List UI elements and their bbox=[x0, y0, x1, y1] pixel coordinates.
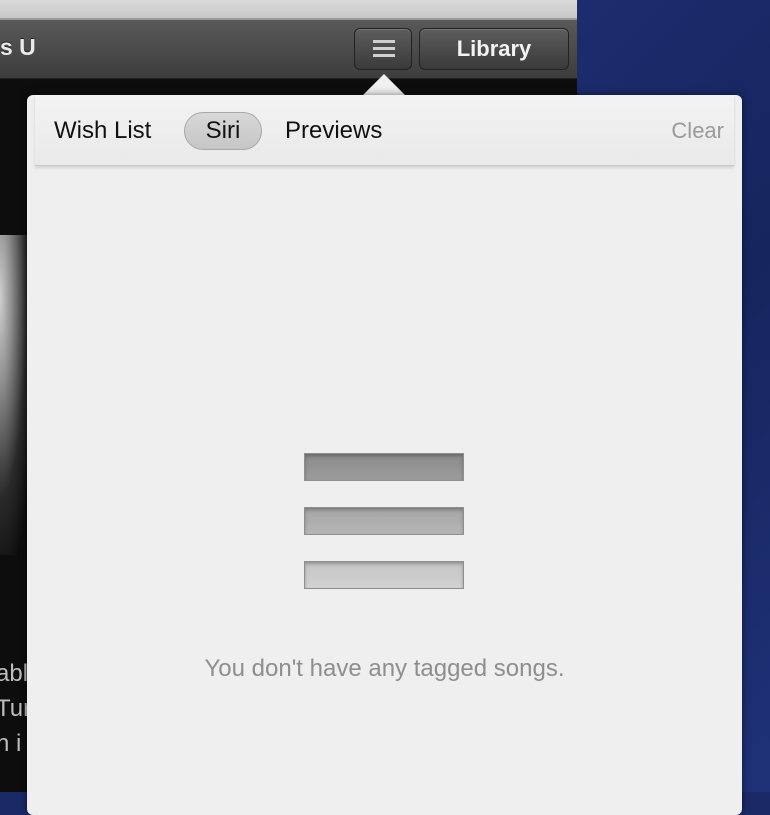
clear-button[interactable]: Clear bbox=[671, 112, 724, 150]
list-menu-button[interactable] bbox=[354, 28, 412, 70]
toolbar-title: s U bbox=[0, 34, 36, 60]
partial-text-line: n i bbox=[0, 730, 22, 757]
empty-state-message: You don't have any tagged songs. bbox=[204, 655, 565, 682]
tab-wish-list[interactable]: Wish List bbox=[54, 112, 151, 150]
segmented-control-bar: Wish List Siri Previews Clear bbox=[35, 95, 734, 166]
library-button[interactable]: Library bbox=[419, 28, 569, 70]
window-title-strip bbox=[0, 0, 577, 20]
tagged-songs-popover: Wish List Siri Previews Clear You don't … bbox=[27, 95, 742, 815]
popover-arrow bbox=[362, 74, 406, 96]
tab-siri[interactable]: Siri bbox=[184, 112, 262, 150]
partial-text-line: abl bbox=[0, 660, 29, 687]
tagged-list-icon bbox=[304, 453, 464, 589]
tab-previews[interactable]: Previews bbox=[285, 112, 382, 150]
toolbar: s U Library bbox=[0, 20, 577, 79]
